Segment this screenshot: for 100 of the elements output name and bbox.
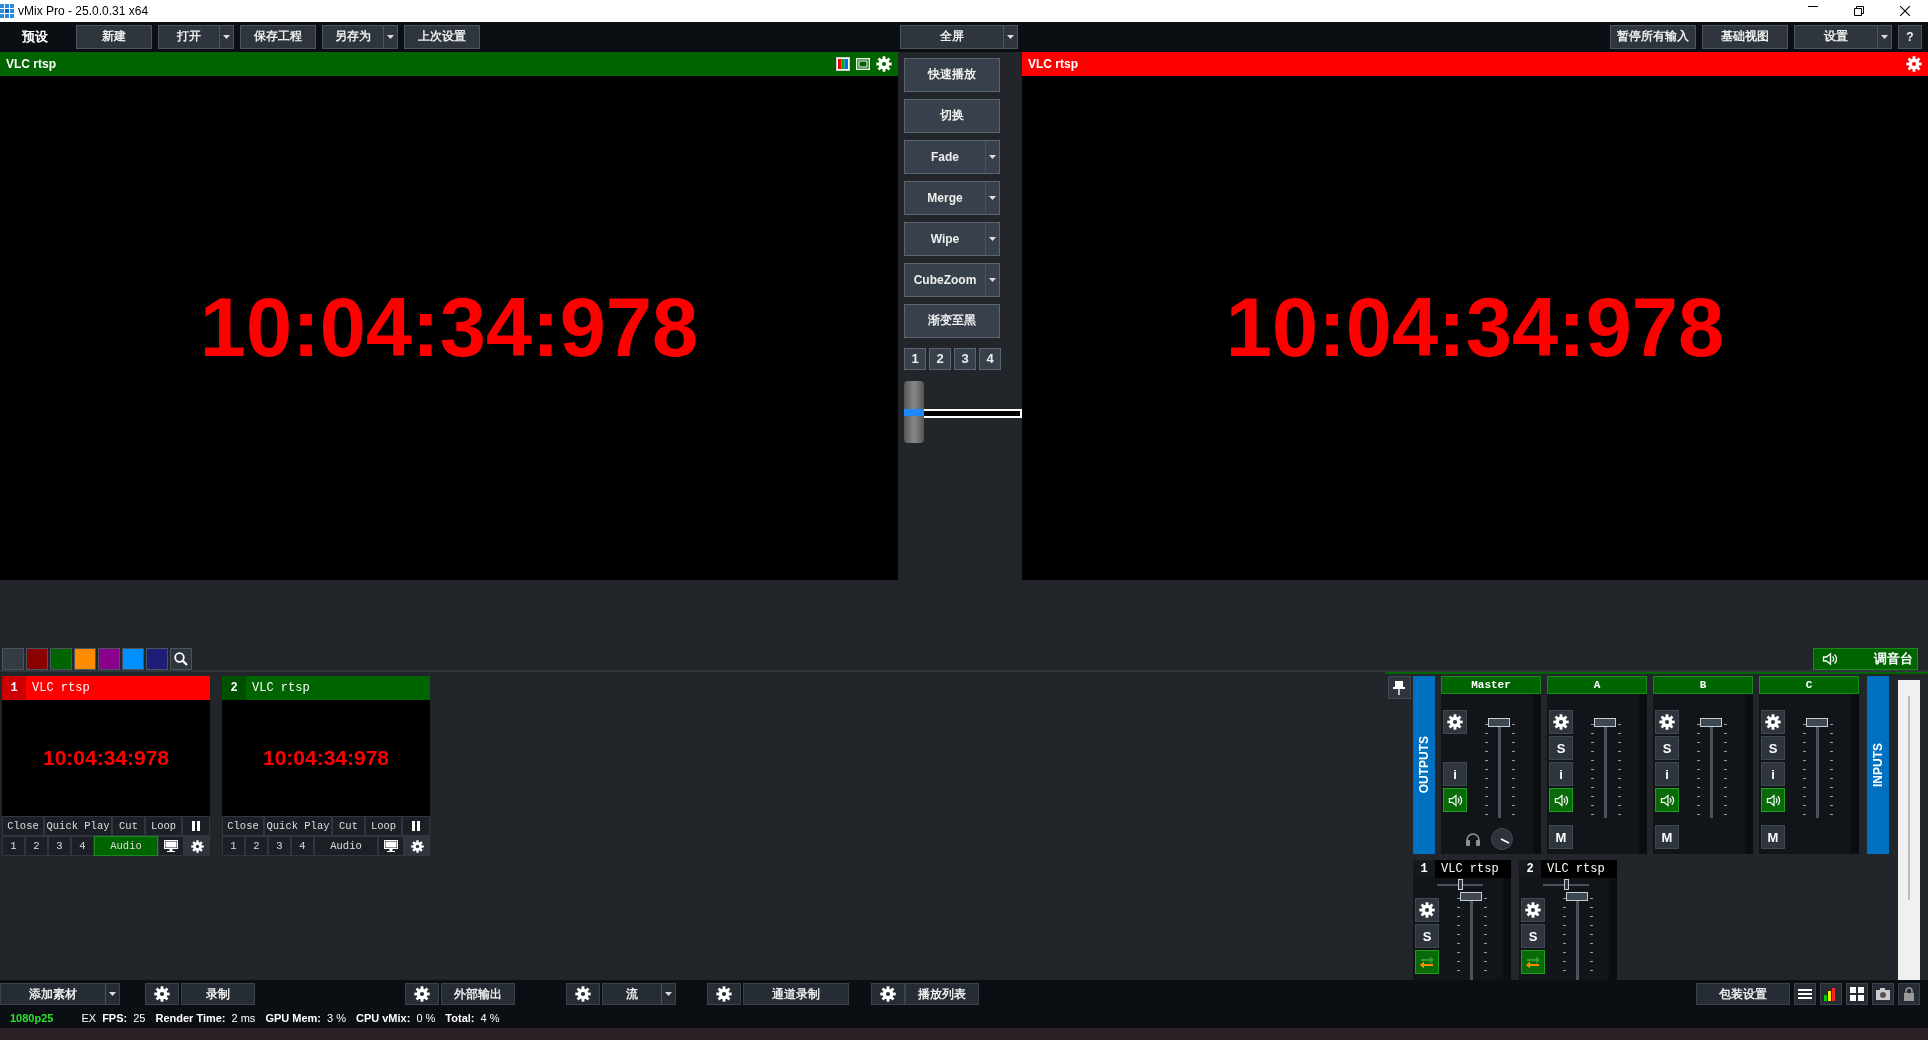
camera-icon[interactable] bbox=[1876, 987, 1890, 1002]
toolbar-button[interactable]: 保存工程 bbox=[240, 24, 316, 49]
settings-icon[interactable] bbox=[1447, 714, 1463, 731]
solo-button[interactable]: S bbox=[1521, 924, 1545, 949]
input-control-button[interactable]: Loop bbox=[145, 816, 182, 837]
input-header[interactable]: 2 VLC rtsp bbox=[222, 676, 430, 701]
color-filter[interactable] bbox=[122, 648, 144, 671]
overlay-button[interactable]: 3 bbox=[268, 836, 291, 857]
color-filter[interactable] bbox=[50, 648, 72, 671]
settings-icon[interactable] bbox=[876, 55, 892, 72]
overlay-button[interactable]: 4 bbox=[291, 836, 314, 857]
fader-handle[interactable] bbox=[1700, 718, 1722, 728]
settings-icon[interactable] bbox=[410, 839, 424, 853]
fader-handle[interactable] bbox=[1566, 892, 1588, 902]
input-preview[interactable]: 10:04:34:978 bbox=[2, 700, 210, 817]
toolbar-dropdown-button[interactable]: 另存为 bbox=[322, 24, 398, 49]
settings-icon[interactable] bbox=[880, 986, 896, 1003]
info-button[interactable]: i bbox=[1655, 762, 1679, 787]
pan-handle[interactable] bbox=[1563, 879, 1569, 891]
transition-button[interactable]: Fade bbox=[904, 139, 1000, 174]
input-control-button[interactable]: Close bbox=[2, 816, 44, 837]
inputs-tab[interactable]: INPUTS bbox=[1867, 676, 1889, 855]
fader-handle[interactable] bbox=[1488, 718, 1510, 728]
overlay-button[interactable]: 2 bbox=[929, 347, 951, 370]
input-control-button[interactable]: Quick Play bbox=[44, 816, 112, 837]
input-control-button[interactable]: Loop bbox=[365, 816, 402, 837]
overlay-button[interactable]: 1 bbox=[904, 347, 926, 370]
transition-button[interactable]: 快速播放 bbox=[904, 57, 1000, 92]
settings-icon[interactable] bbox=[190, 839, 204, 853]
fader-handle[interactable] bbox=[1594, 718, 1616, 728]
mixer-toggle[interactable]: 调音台 bbox=[1813, 648, 1918, 671]
toolbar-dropdown-button[interactable]: 全屏 bbox=[900, 24, 1018, 49]
overlay-button[interactable]: 3 bbox=[48, 836, 71, 857]
overlay-button[interactable]: 2 bbox=[25, 836, 48, 857]
toolbar-button[interactable]: 播放列表 bbox=[905, 983, 979, 1006]
mute-button[interactable]: M bbox=[1549, 825, 1573, 850]
speaker-button[interactable] bbox=[1443, 788, 1467, 813]
input-control-button[interactable]: Cut bbox=[332, 816, 365, 837]
toolbar-button[interactable]: 上次设置 bbox=[404, 24, 480, 49]
pause-icon[interactable] bbox=[192, 821, 200, 832]
settings-icon[interactable] bbox=[1419, 902, 1435, 919]
toolbar-dropdown-button[interactable]: 打开 bbox=[158, 24, 234, 49]
settings-icon[interactable] bbox=[716, 986, 732, 1003]
mute-button[interactable]: M bbox=[1655, 825, 1679, 850]
color-filter[interactable] bbox=[74, 648, 96, 671]
toolbar-dropdown-button[interactable]: 添加素材 bbox=[0, 983, 120, 1006]
level-bars-icon[interactable] bbox=[1824, 987, 1838, 1002]
tbar-handle[interactable] bbox=[904, 380, 924, 443]
solo-button[interactable]: S bbox=[1655, 736, 1679, 761]
outputs-tab[interactable]: OUTPUTS bbox=[1413, 676, 1435, 855]
settings-icon[interactable] bbox=[575, 986, 591, 1003]
fader-handle[interactable] bbox=[1806, 718, 1828, 728]
search-icon[interactable] bbox=[174, 652, 188, 667]
frame-icon[interactable] bbox=[856, 57, 870, 70]
mute-button[interactable]: M bbox=[1761, 825, 1785, 850]
lock-icon[interactable] bbox=[1902, 987, 1916, 1002]
transition-button[interactable]: Merge bbox=[904, 180, 1000, 215]
pin-icon[interactable] bbox=[1393, 680, 1405, 695]
restore-icon[interactable] bbox=[1854, 5, 1864, 16]
transition-button[interactable]: 切换 bbox=[904, 98, 1000, 133]
toolbar-button[interactable]: 通道录制 bbox=[743, 983, 849, 1006]
overlay-button[interactable]: 4 bbox=[71, 836, 94, 857]
settings-icon[interactable] bbox=[414, 986, 430, 1003]
solo-button[interactable]: S bbox=[1415, 924, 1439, 949]
toolbar-button[interactable]: 暂停所有输入 bbox=[1610, 24, 1696, 49]
solo-button[interactable]: S bbox=[1549, 736, 1573, 761]
swap-arrows-icon[interactable] bbox=[1419, 955, 1435, 970]
input-control-button[interactable]: Cut bbox=[112, 816, 145, 837]
audio-button[interactable]: Audio bbox=[314, 836, 378, 857]
overlay-button[interactable]: 1 bbox=[222, 836, 245, 857]
color-filter[interactable] bbox=[26, 648, 48, 671]
toolbar-button[interactable]: 录制 bbox=[181, 983, 255, 1006]
input-preview[interactable]: 10:04:34:978 bbox=[222, 700, 430, 817]
info-button[interactable]: i bbox=[1761, 762, 1785, 787]
overlay-button[interactable]: 3 bbox=[954, 347, 976, 370]
settings-icon[interactable] bbox=[1659, 714, 1675, 731]
toolbar-button[interactable]: ? bbox=[1898, 24, 1922, 49]
overlay-button[interactable]: 1 bbox=[2, 836, 25, 857]
input-control-button[interactable]: Close bbox=[222, 816, 264, 837]
list-icon[interactable] bbox=[1798, 987, 1812, 1002]
monitor-icon[interactable] bbox=[164, 840, 178, 853]
color-filter[interactable] bbox=[2, 648, 24, 671]
info-button[interactable]: i bbox=[1549, 762, 1573, 787]
swap-arrows-icon[interactable] bbox=[1525, 955, 1541, 970]
volume-knob[interactable] bbox=[1491, 828, 1513, 851]
toolbar-button[interactable]: 外部输出 bbox=[441, 983, 515, 1006]
close-icon[interactable] bbox=[1900, 5, 1910, 16]
toolbar-button[interactable]: 包装设置 bbox=[1696, 983, 1790, 1006]
settings-icon[interactable] bbox=[1553, 714, 1569, 731]
settings-icon[interactable] bbox=[154, 986, 170, 1003]
headphones-icon[interactable] bbox=[1465, 832, 1481, 847]
tbar-slider[interactable] bbox=[904, 380, 1022, 443]
speaker-button[interactable] bbox=[1549, 788, 1573, 813]
pan-handle[interactable] bbox=[1457, 879, 1463, 891]
transition-button[interactable]: CubeZoom bbox=[904, 262, 1000, 297]
scrollbar-thumb[interactable] bbox=[1908, 696, 1910, 901]
overlay-button[interactable]: 2 bbox=[245, 836, 268, 857]
transition-button[interactable]: 渐变至黑 bbox=[904, 303, 1000, 338]
settings-icon[interactable] bbox=[1525, 902, 1541, 919]
toolbar-dropdown-button[interactable]: 流 bbox=[602, 983, 676, 1006]
